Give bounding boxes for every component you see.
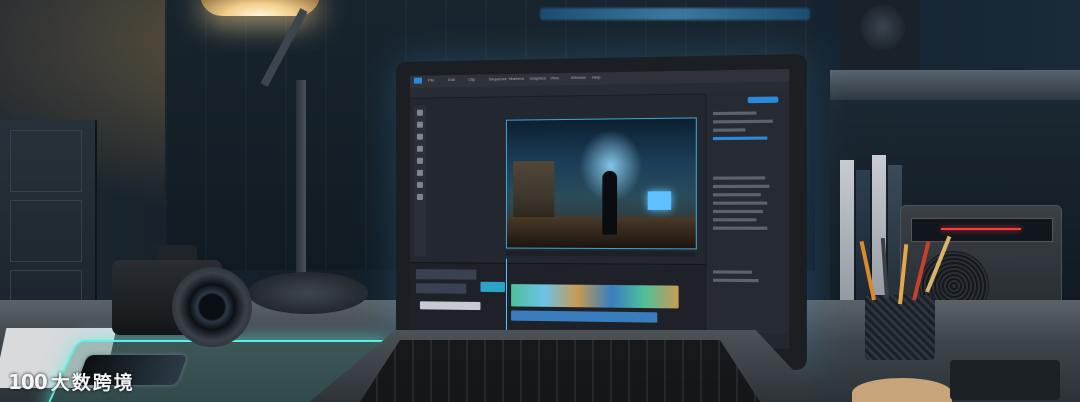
pencil-cup: [865, 295, 935, 360]
menu-item-window[interactable]: Window: [571, 75, 586, 80]
panel-row[interactable]: [712, 278, 759, 283]
panel-row[interactable]: [712, 176, 766, 180]
led-strip: [540, 8, 810, 20]
tool-palette: [413, 105, 426, 257]
timeline-clip[interactable]: [419, 301, 481, 311]
program-monitor[interactable]: [505, 117, 697, 250]
timeline-clip[interactable]: [480, 281, 505, 293]
power-strip: [950, 360, 1060, 400]
hand-tool-icon[interactable]: [416, 181, 423, 188]
pen-tool-icon[interactable]: [416, 169, 423, 176]
panel-row[interactable]: [712, 201, 768, 205]
panel-row-selected[interactable]: [712, 136, 768, 141]
properties-panel: [705, 92, 790, 335]
watermark-text: 大数跨境: [50, 372, 135, 394]
speaker: [840, 0, 920, 70]
panel-primary-button[interactable]: [747, 96, 779, 104]
laptop-lid: File Edit Clip Sequence Markers Graphics View W…: [396, 53, 807, 371]
laptop-screen: File Edit Clip Sequence Markers Graphics View W…: [409, 68, 790, 349]
type-tool-icon[interactable]: [416, 193, 423, 200]
menu-item-markers[interactable]: Markers: [509, 76, 524, 81]
cabinet-drawer: [10, 200, 82, 262]
panel-row[interactable]: [712, 193, 761, 197]
laptop-keyboard: [360, 340, 760, 402]
app-logo-icon: [413, 77, 422, 84]
panel-row[interactable]: [712, 226, 768, 230]
ripple-tool-icon[interactable]: [416, 133, 423, 140]
menu-item-help[interactable]: Help: [592, 74, 601, 79]
watermark-logo: 100: [8, 369, 48, 394]
panel-row[interactable]: [712, 218, 757, 222]
camera-lens-icon: [172, 267, 252, 347]
panel-row[interactable]: [712, 128, 746, 132]
panel-row[interactable]: [712, 119, 773, 124]
panel-row[interactable]: [712, 111, 757, 116]
track-header[interactable]: [415, 269, 477, 280]
panel-row[interactable]: [712, 184, 770, 189]
track-header[interactable]: [415, 283, 467, 294]
menu-item-edit[interactable]: Edit: [448, 77, 455, 82]
photo-scene: File Edit Clip Sequence Markers Graphics View W…: [0, 0, 1080, 402]
select-tool-icon[interactable]: [416, 109, 423, 116]
radio-dial: [911, 218, 1053, 242]
menu-item-graphics[interactable]: Graphics: [530, 75, 547, 80]
panel-row[interactable]: [712, 270, 753, 274]
razor-tool-icon[interactable]: [416, 145, 423, 152]
desk-lamp-stem: [296, 80, 306, 280]
cabinet-drawer: [10, 130, 82, 192]
track-select-tool-icon[interactable]: [416, 121, 423, 128]
coffee-mug: [852, 378, 952, 402]
camera: [112, 245, 252, 347]
shelf: [830, 70, 1080, 100]
scene-monitor: [647, 191, 672, 210]
slip-tool-icon[interactable]: [416, 157, 423, 164]
desk-lamp-base: [248, 272, 368, 314]
speaker-cone: [860, 5, 905, 50]
audio-clip[interactable]: [511, 310, 658, 323]
menu-item-clip[interactable]: Clip: [468, 77, 475, 82]
menu-item-file[interactable]: File: [428, 77, 434, 82]
radio-indicator: [941, 228, 1021, 230]
monitor-scrub-bar[interactable]: [505, 250, 695, 257]
menu-item-sequence[interactable]: Sequence: [489, 76, 507, 81]
scene-figure: [602, 170, 618, 235]
timeline-clip[interactable]: [511, 284, 679, 309]
scene-shelf: [513, 160, 555, 223]
watermark: 100 大数跨境: [8, 368, 135, 395]
menu-item-view[interactable]: View: [550, 75, 559, 80]
panel-row[interactable]: [712, 209, 763, 214]
